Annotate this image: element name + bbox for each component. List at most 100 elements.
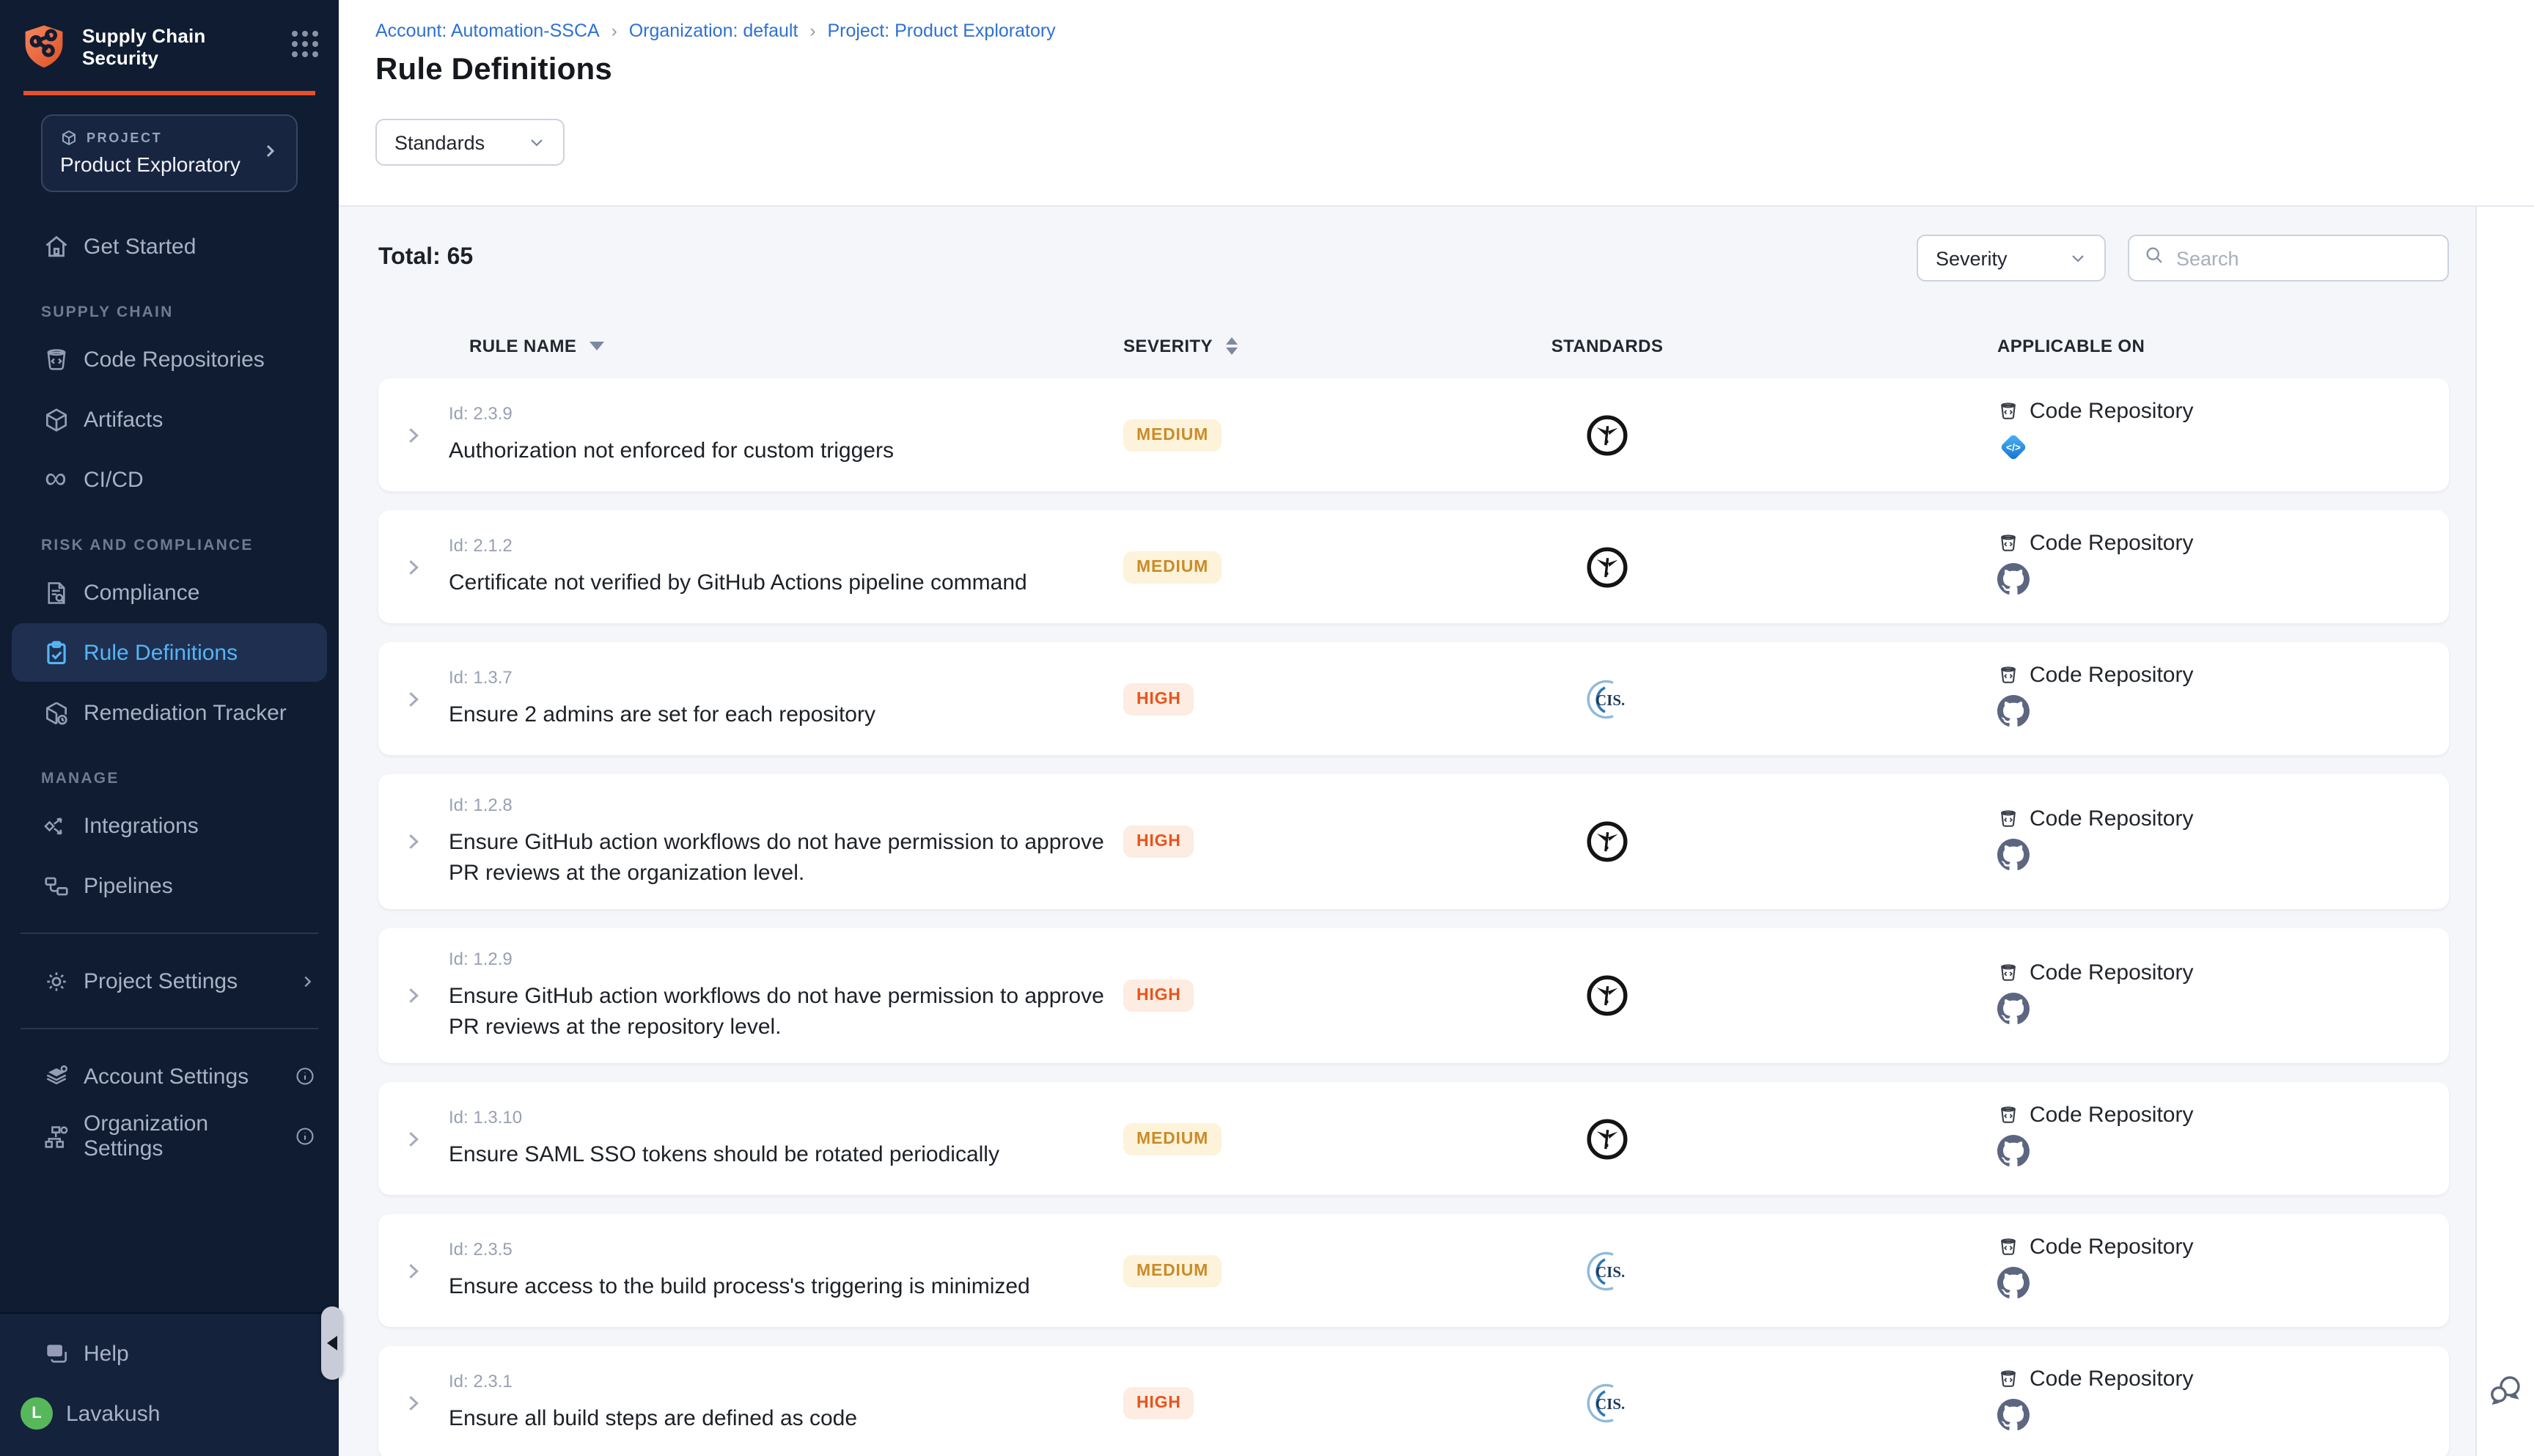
row-expand-chevron[interactable] — [378, 556, 449, 577]
sidebar-item-label: Account Settings — [84, 1064, 249, 1089]
sidebar-item-get-started[interactable]: Get Started — [0, 217, 339, 276]
info-icon[interactable] — [295, 1126, 315, 1147]
row-expand-chevron[interactable] — [378, 424, 449, 445]
severity-cell: HIGH — [1123, 1386, 1358, 1419]
severity-badge: MEDIUM — [1123, 1254, 1222, 1287]
sidebar-divider — [21, 1028, 318, 1029]
table-row[interactable]: Id: 1.3.10 Ensure SAML SSO tokens should… — [378, 1082, 2449, 1195]
row-expand-chevron[interactable] — [378, 1260, 449, 1281]
sidebar: Supply Chain Security PROJECT Product Ex… — [0, 0, 339, 1456]
row-expand-chevron[interactable] — [378, 688, 449, 709]
sidebar-item-label: Rule Definitions — [84, 640, 238, 665]
row-expand-chevron[interactable] — [378, 985, 449, 1006]
info-icon[interactable] — [295, 1066, 315, 1087]
cis-standard-icon: CIS. — [1584, 1247, 1631, 1294]
rule-name-cell: Id: 2.3.1 Ensure all build steps are def… — [449, 1371, 1123, 1434]
row-expand-chevron[interactable] — [378, 831, 449, 852]
table-row[interactable]: Id: 1.2.9 Ensure GitHub action workflows… — [378, 928, 2449, 1063]
rule-id: Id: 1.3.10 — [449, 1107, 1123, 1128]
svg-text:CIS.: CIS. — [1595, 691, 1625, 708]
table-row[interactable]: Id: 1.3.7 Ensure 2 admins are set for ea… — [378, 642, 2449, 755]
user-menu[interactable]: L Lavakush — [0, 1384, 339, 1443]
svg-text:</>: </> — [2006, 442, 2021, 453]
row-expand-chevron[interactable] — [378, 1128, 449, 1149]
project-selector[interactable]: PROJECT Product Exploratory — [41, 114, 298, 192]
page-title: Rule Definitions — [375, 53, 2534, 88]
code-repository-icon — [1997, 1236, 2019, 1258]
sidebar-item-integrations[interactable]: Integrations — [0, 796, 339, 855]
sidebar-item-project-settings[interactable]: Project Settings — [0, 952, 339, 1010]
column-header-rule-name[interactable]: RULE NAME — [449, 336, 1123, 356]
rules-panel: Total: 65 Severity — [339, 207, 2477, 1456]
help-chat-icon: ? — [41, 1339, 70, 1368]
applicable-on-cell: Code Repository — [1798, 806, 2449, 878]
sidebar-item-label: Compliance — [84, 580, 199, 605]
sidebar-item-compliance[interactable]: Compliance — [0, 563, 339, 622]
severity-filter-select[interactable]: Severity — [1917, 235, 2106, 282]
chat-support-icon[interactable] — [2489, 1372, 2524, 1415]
breadcrumb-organization-link[interactable]: Organization: default — [629, 21, 798, 41]
breadcrumb-account-link[interactable]: Account: Automation-SSCA — [375, 21, 600, 41]
rule-name: Ensure GitHub action workflows do not ha… — [449, 981, 1109, 1043]
github-icon — [1997, 563, 2030, 595]
table-row[interactable]: Id: 2.3.5 Ensure access to the build pro… — [378, 1214, 2449, 1327]
severity-cell: MEDIUM — [1123, 1254, 1358, 1287]
applicable-on-label: Code Repository — [2030, 531, 2193, 556]
applicable-on-cell: Code Repository — [1798, 531, 2449, 603]
standards-filter-select[interactable]: Standards — [375, 119, 565, 166]
sidebar-collapse-handle[interactable] — [321, 1306, 343, 1380]
brand-accent-rule — [23, 91, 315, 95]
cube-icon — [41, 405, 70, 434]
owasp-standard-icon — [1585, 413, 1629, 457]
svg-text:?: ? — [51, 1345, 57, 1356]
page-header: Account: Automation-SSCA › Organization:… — [339, 0, 2534, 207]
sidebar-item-cicd[interactable]: ∞ CI/CD — [0, 450, 339, 509]
row-expand-chevron[interactable] — [378, 1392, 449, 1413]
table-row[interactable]: Id: 2.1.2 Certificate not verified by Gi… — [378, 510, 2449, 623]
severity-cell: HIGH — [1123, 683, 1358, 715]
owasp-standard-icon — [1585, 1117, 1629, 1161]
rule-name: Ensure SAML SSO tokens should be rotated… — [449, 1139, 1109, 1170]
rule-name: Ensure 2 admins are set for each reposit… — [449, 699, 1109, 730]
severity-badge: HIGH — [1123, 1386, 1194, 1419]
table-row[interactable]: Id: 2.3.1 Ensure all build steps are def… — [378, 1346, 2449, 1456]
chevron-down-icon — [2069, 249, 2087, 267]
column-header-standards: STANDARDS — [1358, 336, 1798, 356]
project-kicker-label: PROJECT — [87, 130, 162, 145]
sidebar-item-label: Code Repositories — [84, 347, 265, 372]
sidebar-item-remediation-tracker[interactable]: Remediation Tracker — [0, 683, 339, 742]
applicable-on-cell: Code Repository — [1798, 1367, 2449, 1438]
applicable-on-label: Code Repository — [2030, 1367, 2193, 1391]
rule-id: Id: 2.1.2 — [449, 535, 1123, 556]
sidebar-item-label: CI/CD — [84, 467, 144, 492]
table-row[interactable]: Id: 2.3.9 Authorization not enforced for… — [378, 378, 2449, 491]
breadcrumb-project-link[interactable]: Project: Product Exploratory — [827, 21, 1055, 41]
rule-name-cell: Id: 2.3.9 Authorization not enforced for… — [449, 403, 1123, 466]
search-input[interactable] — [2176, 247, 2436, 269]
code-repository-icon — [1997, 961, 2019, 983]
standards-cell: CIS. — [1358, 675, 1798, 722]
sidebar-item-pipelines[interactable]: Pipelines — [0, 856, 339, 915]
table-row[interactable]: Id: 1.2.8 Ensure GitHub action workflows… — [378, 774, 2449, 909]
sidebar-item-code-repositories[interactable]: Code Repositories — [0, 330, 339, 389]
sidebar-item-label: Integrations — [84, 813, 199, 838]
share-nodes-icon — [41, 811, 70, 840]
github-icon — [1997, 838, 2030, 870]
sidebar-item-account-settings[interactable]: Account Settings — [0, 1047, 339, 1106]
rule-id: Id: 1.2.9 — [449, 949, 1123, 969]
sidebar-item-label: Pipelines — [84, 873, 173, 898]
app-switcher-icon[interactable] — [292, 31, 318, 57]
app-window: Supply Chain Security PROJECT Product Ex… — [0, 0, 2534, 1456]
severity-badge: HIGH — [1123, 979, 1194, 1012]
github-icon — [1997, 1267, 2030, 1299]
sidebar-item-artifacts[interactable]: Artifacts — [0, 390, 339, 449]
provider-slot — [1997, 695, 2449, 735]
sidebar-item-organization-settings[interactable]: Organization Settings — [0, 1107, 339, 1166]
owasp-standard-icon — [1585, 974, 1629, 1018]
column-header-severity[interactable]: SEVERITY — [1123, 336, 1358, 356]
sidebar-item-label: Help — [84, 1341, 129, 1366]
sidebar-item-rule-definitions[interactable]: Rule Definitions — [12, 623, 327, 682]
rule-id: Id: 1.2.8 — [449, 795, 1123, 815]
provider-slot: </> — [1997, 431, 2449, 471]
sidebar-item-help[interactable]: ? Help — [0, 1324, 339, 1383]
